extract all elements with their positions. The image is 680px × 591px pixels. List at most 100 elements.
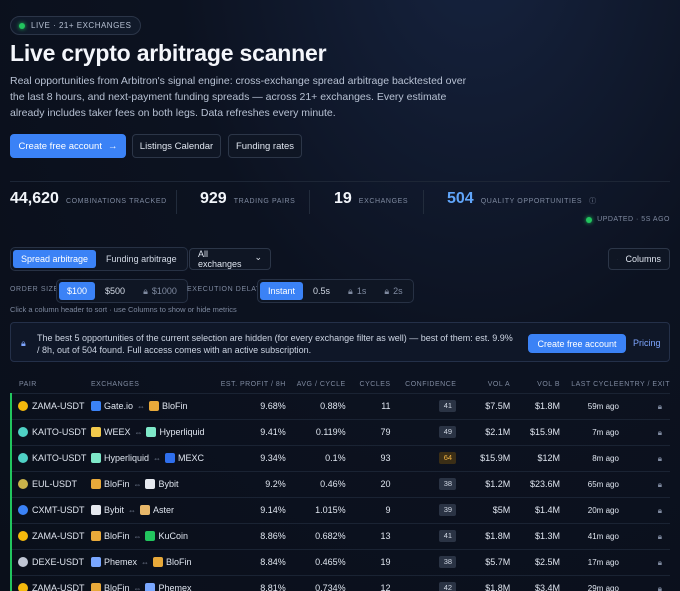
- vol-b-cell: $12M: [510, 444, 561, 471]
- lock-icon: 🔒︎: [143, 285, 148, 296]
- table-row[interactable]: ZAMA-USDT BloFin ⇔ KuCoin 8.86% 0.682% 13 41 $1.…: [10, 522, 670, 549]
- column-header-confidence[interactable]: CONFIDENCE: [391, 376, 457, 393]
- column-header-entry-exit[interactable]: ENTRY / EXIT: [619, 376, 670, 393]
- table-row[interactable]: ZAMA-USDT Gate.io ⇔ BloFin 9.68% 0.88% 11 41 $7.…: [10, 392, 670, 419]
- updated-label: UPDATED · 5S AGO: [597, 216, 670, 223]
- profit-cell: 8.86%: [210, 522, 286, 549]
- cycles-cell: 13: [345, 522, 391, 549]
- column-header-profit[interactable]: EST. PROFIT / 8H: [211, 376, 286, 393]
- exchange-logo-icon: [90, 531, 101, 541]
- columns-button[interactable]: Columns: [608, 248, 670, 270]
- table-row[interactable]: DEXE-USDT Phemex ⇔ BloFin 8.84% 0.465% 19 38 $5.…: [10, 548, 670, 575]
- stat-separator: [309, 190, 310, 214]
- confidence-cell: 38: [390, 470, 457, 497]
- column-header-last-cycle[interactable]: LAST CYCLE: [560, 376, 619, 393]
- entry-exit-cell[interactable]: 🔒︎: [618, 548, 670, 575]
- funding-rates-button[interactable]: Funding rates: [228, 134, 302, 158]
- swap-arrows-icon: ⇔: [127, 506, 136, 515]
- profit-cell: 9.2%: [210, 470, 286, 497]
- exchange-logo-icon: [90, 401, 101, 411]
- pair-label: ZAMA-USDT: [32, 531, 85, 541]
- order-size-label: ORDER SIZE: [10, 286, 59, 293]
- delay-option-instant[interactable]: Instant: [260, 282, 304, 300]
- swap-arrows-icon: ⇔: [136, 402, 145, 411]
- avg-cycle-cell: 0.682%: [285, 522, 346, 549]
- banner-create-account-button[interactable]: Create free account: [528, 334, 626, 353]
- table-row[interactable]: ZAMA-USDT BloFin ⇔ Phemex 8.81% 0.734% 12 42 $1.…: [10, 574, 670, 591]
- pair-label: KAITO-USDT: [32, 453, 87, 463]
- live-badge: LIVE · 21+ EXCHANGES: [10, 16, 142, 35]
- exchange-filter-select[interactable]: All exchanges ⌄: [189, 248, 271, 270]
- exchange-b-label: MEXC: [177, 453, 204, 463]
- entry-exit-cell[interactable]: 🔒︎: [618, 418, 670, 445]
- swap-arrows-icon: ⇔: [133, 532, 142, 541]
- cycles-cell: 9: [345, 496, 391, 523]
- listings-calendar-button[interactable]: Listings Calendar: [132, 134, 221, 158]
- column-header-vol-a[interactable]: VOL A: [456, 376, 510, 393]
- exchange-b-label: Hyperliquid: [159, 427, 205, 437]
- chevron-down-icon: ⌄: [254, 251, 262, 262]
- token-icon: [18, 505, 28, 515]
- exchanges-cell: BloFin ⇔ Bybit: [90, 470, 211, 497]
- last-cycle-cell: 20m ago: [560, 496, 619, 523]
- vol-a-cell: $1.8M: [456, 574, 511, 591]
- table-row[interactable]: KAITO-USDT Hyperliquid ⇔ MEXC 9.34% 0.1% 93 64 $…: [10, 444, 670, 471]
- entry-exit-cell[interactable]: 🔒︎: [618, 496, 670, 523]
- columns-label: Columns: [625, 254, 661, 264]
- tab-funding-arbitrage[interactable]: Funding arbitrage: [98, 250, 185, 268]
- stat-value: 19: [334, 190, 352, 207]
- info-icon[interactable]: ⓘ: [589, 196, 597, 206]
- live-badge-label: LIVE · 21+ EXCHANGES: [31, 21, 132, 30]
- column-header-exchanges[interactable]: EXCHANGES: [91, 376, 211, 393]
- entry-exit-cell[interactable]: 🔒︎: [618, 392, 670, 419]
- cycles-cell: 19: [345, 548, 391, 575]
- pair-label: KAITO-USDT: [32, 427, 87, 437]
- stat-label: TRADING PAIRS: [233, 198, 296, 205]
- pair-label: ZAMA-USDT: [32, 583, 85, 591]
- cycles-cell: 20: [345, 470, 391, 497]
- pair-cell: ZAMA-USDT: [10, 522, 91, 549]
- lock-icon: 🔒︎: [657, 583, 662, 591]
- exchange-b-label: BloFin: [161, 401, 188, 411]
- exchange-a-label: WEEX: [103, 427, 131, 437]
- column-header-avg-cycle[interactable]: AVG / CYCLE: [286, 376, 346, 393]
- page-title: Live crypto arbitrage scanner: [10, 40, 327, 66]
- entry-exit-cell[interactable]: 🔒︎: [618, 522, 670, 549]
- execution-delay-label: EXECUTION DELAY: [187, 286, 262, 293]
- updated-status: UPDATED · 5S AGO: [586, 216, 670, 223]
- entry-exit-cell[interactable]: 🔒︎: [618, 444, 670, 471]
- last-cycle-cell: 41m ago: [560, 522, 619, 549]
- delay-option-0-5s[interactable]: 0.5s: [305, 282, 338, 300]
- vol-b-cell: $1.3M: [510, 522, 561, 549]
- delay-option-label: 2s: [393, 286, 403, 296]
- table-row[interactable]: EUL-USDT BloFin ⇔ Bybit 9.2% 0.46% 20 38 $1.2M $2…: [10, 470, 670, 497]
- pair-cell: EUL-USDT: [10, 470, 91, 497]
- order-size-option-500[interactable]: $500: [97, 282, 133, 300]
- vol-b-cell: $3.4M: [510, 574, 561, 591]
- pair-label: CXMT-USDT: [32, 505, 85, 515]
- order-size-option-100[interactable]: $100: [59, 282, 96, 300]
- entry-exit-cell[interactable]: 🔒︎: [618, 470, 670, 497]
- tab-spread-arbitrage[interactable]: Spread arbitrage: [13, 250, 97, 268]
- table-row[interactable]: KAITO-USDT WEEX ⇔ Hyperliquid 9.41% 0.119% 79 4…: [10, 418, 670, 445]
- swap-arrows-icon: ⇔: [133, 584, 142, 591]
- last-cycle-cell: 17m ago: [560, 548, 619, 575]
- avg-cycle-cell: 1.015%: [285, 496, 346, 523]
- vol-a-cell: $15.9M: [456, 444, 511, 471]
- delay-option-1s[interactable]: 🔒︎ 1s: [340, 282, 374, 300]
- table-row[interactable]: CXMT-USDT Bybit ⇔ Aster 9.14% 1.015% 9 39 $5M $1.…: [10, 496, 670, 523]
- avg-cycle-cell: 0.734%: [285, 574, 346, 591]
- exchange-logo-icon: [164, 453, 175, 463]
- pricing-link[interactable]: Pricing: [633, 338, 661, 348]
- column-header-vol-b[interactable]: VOL B: [510, 376, 560, 393]
- token-icon: [18, 427, 28, 437]
- profit-cell: 9.41%: [210, 418, 286, 445]
- column-header-cycles[interactable]: CYCLES: [346, 376, 391, 393]
- create-account-button[interactable]: Create free account →: [10, 134, 126, 158]
- delay-option-2s[interactable]: 🔒︎ 2s: [376, 282, 410, 300]
- entry-exit-cell[interactable]: 🔒︎: [618, 574, 670, 591]
- column-header-pair[interactable]: PAIR: [11, 376, 91, 393]
- confidence-cell: 38: [390, 548, 457, 575]
- order-size-option-1000[interactable]: 🔒︎ $1000: [135, 282, 185, 300]
- last-cycle-cell: 7m ago: [560, 418, 619, 445]
